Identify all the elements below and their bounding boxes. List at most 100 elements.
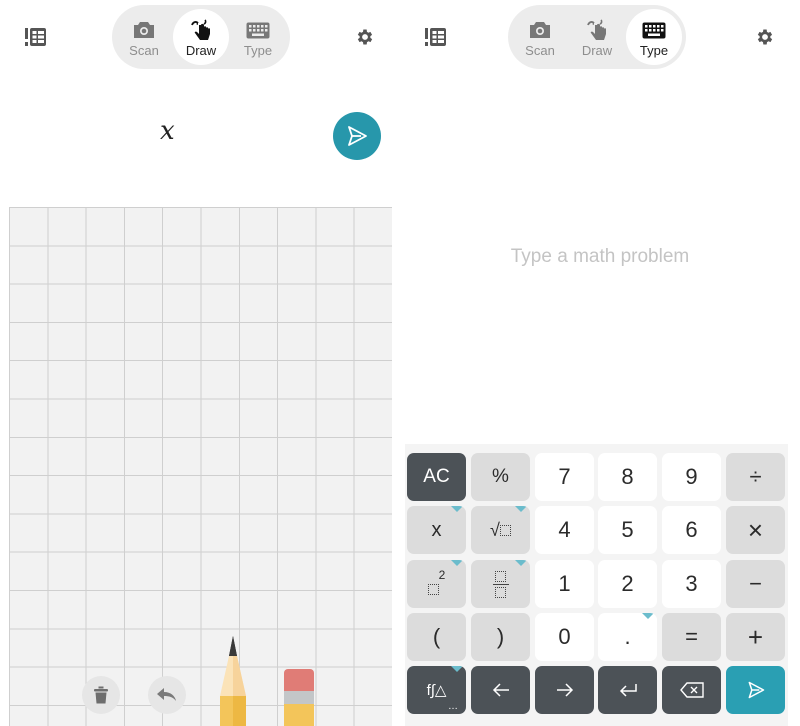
- recognized-expression: x: [160, 116, 175, 146]
- camera-icon: [529, 19, 551, 41]
- key-4[interactable]: 4: [535, 506, 594, 554]
- tab-scan[interactable]: Scan: [116, 9, 172, 65]
- solve-button[interactable]: [333, 112, 381, 160]
- key-9[interactable]: 9: [662, 453, 721, 501]
- clear-button[interactable]: [82, 676, 120, 714]
- key-minus[interactable]: −: [726, 560, 785, 608]
- key-clear-all[interactable]: AC: [407, 453, 466, 501]
- key-label: 2: [438, 567, 446, 582]
- key-open-paren[interactable]: (: [407, 613, 466, 661]
- math-keypad: AC % 7 8 9 ÷ x √ 4 5 6 × 2 1 2 3 − ( ) 0…: [405, 444, 788, 726]
- mode-switch: Scan Draw Type: [112, 5, 290, 69]
- key-label: +: [747, 621, 764, 652]
- tab-scan-label: Scan: [525, 43, 555, 58]
- key-1[interactable]: 1: [535, 560, 594, 608]
- gear-icon: [357, 29, 373, 45]
- square-icon: 2: [427, 568, 445, 601]
- tab-scan-label: Scan: [129, 43, 159, 58]
- key-solve[interactable]: [726, 666, 785, 714]
- tab-type-label: Type: [639, 43, 669, 58]
- tab-type[interactable]: Type: [230, 9, 286, 65]
- key-x[interactable]: x: [407, 506, 466, 554]
- key-label: 1: [558, 571, 571, 596]
- arrow-right-icon: [556, 683, 573, 697]
- drawing-canvas[interactable]: [9, 207, 392, 726]
- key-cursor-left[interactable]: [471, 666, 530, 714]
- trash-icon: [94, 686, 108, 704]
- math-input[interactable]: Type a math problem: [400, 246, 800, 268]
- settings-button[interactable]: [351, 23, 379, 51]
- key-label: %: [492, 466, 509, 487]
- history-list-icon: [425, 28, 446, 46]
- key-label: ÷: [749, 464, 762, 489]
- mode-switch: Scan Draw Type: [508, 5, 686, 69]
- tab-type-label: Type: [243, 43, 273, 58]
- key-6[interactable]: 6: [662, 506, 721, 554]
- hand-draw-icon: [586, 19, 608, 41]
- key-label: 4: [558, 517, 571, 542]
- key-plus[interactable]: +: [726, 613, 785, 661]
- key-backspace[interactable]: [662, 666, 721, 714]
- key-square-root[interactable]: √: [471, 506, 530, 554]
- type-mode-screen: Scan Draw Type Type a math problem AC % …: [400, 0, 800, 726]
- more-options-indicator: [451, 506, 463, 512]
- key-label: 2: [621, 571, 634, 596]
- tab-draw[interactable]: Draw: [173, 9, 229, 65]
- key-3[interactable]: 3: [662, 560, 721, 608]
- tab-draw-label: Draw: [581, 43, 613, 58]
- key-5[interactable]: 5: [598, 506, 657, 554]
- settings-button[interactable]: [751, 23, 779, 51]
- key-cursor-right[interactable]: [535, 666, 594, 714]
- key-label: ): [496, 624, 505, 649]
- ellipsis-indicator: …: [448, 701, 458, 712]
- key-label: 5: [621, 517, 634, 542]
- key-enter[interactable]: [598, 666, 657, 714]
- draw-mode-screen: Scan Draw Type x: [0, 0, 400, 726]
- arrow-left-icon: [492, 683, 509, 697]
- key-fraction[interactable]: [471, 560, 530, 608]
- send-icon: [748, 681, 764, 699]
- key-square[interactable]: 2: [407, 560, 466, 608]
- undo-icon: [157, 688, 176, 701]
- keyboard-icon: [246, 19, 270, 41]
- history-list-icon: [25, 28, 46, 46]
- gear-icon: [757, 29, 773, 45]
- tab-type[interactable]: Type: [626, 9, 682, 65]
- undo-button[interactable]: [148, 676, 186, 714]
- key-label: −: [749, 571, 762, 596]
- history-button[interactable]: [422, 23, 450, 51]
- tab-draw-label: Draw: [185, 43, 217, 58]
- eraser-icon: [284, 669, 314, 726]
- sqrt-icon: √: [490, 520, 511, 541]
- key-label: (: [432, 624, 441, 649]
- key-label: 3: [685, 571, 698, 596]
- key-label: AC: [423, 466, 450, 487]
- key-equals[interactable]: =: [662, 613, 721, 661]
- key-percent[interactable]: %: [471, 453, 530, 501]
- more-options-indicator: [642, 613, 654, 619]
- pencil-tool[interactable]: [216, 636, 250, 726]
- hand-draw-icon: [190, 19, 212, 41]
- key-label: 0: [558, 624, 571, 649]
- tab-draw[interactable]: Draw: [569, 9, 625, 65]
- keyboard-icon: [642, 19, 666, 41]
- eraser-tool[interactable]: [284, 669, 314, 726]
- backspace-icon: [679, 682, 704, 698]
- key-close-paren[interactable]: ): [471, 613, 530, 661]
- key-8[interactable]: 8: [598, 453, 657, 501]
- key-decimal[interactable]: .: [598, 613, 657, 661]
- history-button[interactable]: [22, 23, 50, 51]
- enter-icon: [619, 684, 637, 697]
- key-functions[interactable]: f∫△…: [407, 666, 466, 714]
- key-label: f∫△: [426, 682, 447, 699]
- key-2[interactable]: 2: [598, 560, 657, 608]
- tab-scan[interactable]: Scan: [512, 9, 568, 65]
- key-label: ×: [747, 514, 764, 545]
- send-icon: [348, 126, 367, 146]
- key-multiply[interactable]: ×: [726, 506, 785, 554]
- pencil-icon: [220, 636, 246, 726]
- more-options-indicator: [451, 560, 463, 566]
- key-7[interactable]: 7: [535, 453, 594, 501]
- key-0[interactable]: 0: [535, 613, 594, 661]
- key-divide[interactable]: ÷: [726, 453, 785, 501]
